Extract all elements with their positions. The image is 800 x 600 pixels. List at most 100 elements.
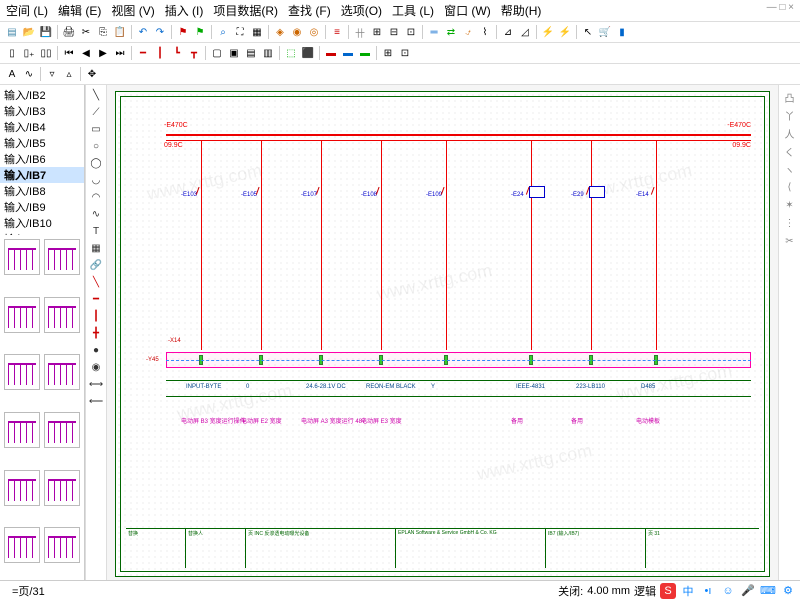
align-icon[interactable]: ≡ bbox=[329, 24, 345, 40]
menu-item[interactable]: 编辑 (E) bbox=[58, 2, 101, 19]
macro-icon[interactable]: ⬚ bbox=[283, 45, 299, 61]
arc2-icon[interactable]: ◠ bbox=[88, 189, 104, 205]
canvas-area[interactable]: www.xrttg.com www.xrttg.com www.xrttg.co… bbox=[107, 85, 778, 585]
ime-keyboard-icon[interactable]: ⌨ bbox=[760, 583, 776, 599]
symbol3-icon[interactable]: ⊟ bbox=[386, 24, 402, 40]
nav-first-icon[interactable]: ⏮ bbox=[61, 45, 77, 61]
link-icon[interactable]: 🔗 bbox=[88, 257, 104, 273]
ime-settings-icon[interactable]: ⚙ bbox=[780, 583, 796, 599]
insert-symbol7-icon[interactable]: ✶ bbox=[782, 197, 798, 213]
conn4-icon[interactable]: ⌇ bbox=[477, 24, 493, 40]
wire-v-icon[interactable]: ┃ bbox=[152, 45, 168, 61]
nav-next-icon[interactable]: ▶ bbox=[95, 45, 111, 61]
thumbnail[interactable] bbox=[44, 470, 80, 506]
paste-icon[interactable]: 📋 bbox=[112, 24, 128, 40]
print-icon[interactable]: 🖨 bbox=[61, 24, 77, 40]
circle-icon[interactable]: ○ bbox=[88, 138, 104, 154]
plc-icon[interactable]: ⊞ bbox=[380, 45, 396, 61]
macro2-icon[interactable]: ⬛ bbox=[300, 45, 316, 61]
wire-h-tool-icon[interactable]: ━ bbox=[88, 291, 104, 307]
thumbnail[interactable] bbox=[4, 297, 40, 333]
arc-icon[interactable]: ◡ bbox=[88, 172, 104, 188]
thumbnail[interactable] bbox=[4, 470, 40, 506]
wire-v-tool-icon[interactable]: ┃ bbox=[88, 308, 104, 324]
device-icon[interactable]: ▬ bbox=[323, 45, 339, 61]
box3-icon[interactable]: ▤ bbox=[243, 45, 259, 61]
menu-item[interactable]: 选项(O) bbox=[341, 2, 382, 19]
thumbnail[interactable] bbox=[44, 354, 80, 390]
ime-lang-icon[interactable]: 中 bbox=[680, 583, 696, 599]
nav-prev-icon[interactable]: ◀ bbox=[78, 45, 94, 61]
thumbnail[interactable] bbox=[44, 412, 80, 448]
conn3-icon[interactable]: ⍻ bbox=[460, 24, 476, 40]
thumbnail[interactable] bbox=[44, 239, 80, 275]
pointer-icon[interactable]: ↖ bbox=[580, 24, 596, 40]
image-icon[interactable]: ▦ bbox=[88, 240, 104, 256]
cut-icon[interactable]: ✂ bbox=[78, 24, 94, 40]
menu-item[interactable]: 视图 (V) bbox=[111, 2, 154, 19]
symbol-icon[interactable]: 卄 bbox=[352, 24, 368, 40]
insert-symbol-icon[interactable]: 凸 bbox=[782, 89, 798, 105]
dim2-tool-icon[interactable]: ⟵ bbox=[88, 393, 104, 409]
dim-icon[interactable]: ⊿ bbox=[500, 24, 516, 40]
insert-symbol3-icon[interactable]: 人 bbox=[782, 125, 798, 141]
menu-item[interactable]: 插入 (I) bbox=[165, 2, 204, 19]
tree-item[interactable]: 输入/IB6 bbox=[0, 151, 84, 167]
layer-icon[interactable]: ◈ bbox=[272, 24, 288, 40]
polyline-icon[interactable]: ⟋ bbox=[88, 104, 104, 120]
wire-t-icon[interactable]: ┳ bbox=[186, 45, 202, 61]
dim-tool-icon[interactable]: ⟷ bbox=[88, 376, 104, 392]
tree-item[interactable]: 输入/IB9 bbox=[0, 199, 84, 215]
tree-item[interactable]: 输入/IB3 bbox=[0, 103, 84, 119]
insert-symbol6-icon[interactable]: ⟨ bbox=[782, 179, 798, 195]
rect-icon[interactable]: ▭ bbox=[88, 121, 104, 137]
thumbnail[interactable] bbox=[4, 239, 40, 275]
thumbnail[interactable] bbox=[4, 412, 40, 448]
spline-icon[interactable]: ∿ bbox=[88, 206, 104, 222]
tree-item[interactable]: 输入/IB8 bbox=[0, 183, 84, 199]
tree-item[interactable]: 输入/IB2 bbox=[0, 87, 84, 103]
tree-item[interactable]: 输入/IB5 bbox=[0, 135, 84, 151]
ime-sogou-icon[interactable]: S bbox=[660, 583, 676, 599]
filter2-icon[interactable]: ⚡ bbox=[557, 24, 573, 40]
menu-item[interactable]: 窗口 (W) bbox=[444, 2, 491, 19]
nav-last-icon[interactable]: ⏭ bbox=[112, 45, 128, 61]
flag-red-icon[interactable]: ⚑ bbox=[175, 24, 191, 40]
node-icon[interactable]: ● bbox=[88, 342, 104, 358]
filter-icon[interactable]: ⚡ bbox=[540, 24, 556, 40]
page-new-icon[interactable]: ▯₊ bbox=[21, 45, 37, 61]
menu-item[interactable]: 工具 (L) bbox=[392, 2, 434, 19]
conn2-icon[interactable]: ⇄ bbox=[443, 24, 459, 40]
wire-h-icon[interactable]: ━ bbox=[135, 45, 151, 61]
page-copy-icon[interactable]: ▯▯ bbox=[38, 45, 54, 61]
page-tree[interactable]: 输入/IB2 输入/IB3 输入/IB4 输入/IB5 输入/IB6 输入/IB… bbox=[0, 85, 84, 235]
wire-cross-tool-icon[interactable]: ╋ bbox=[88, 325, 104, 341]
box-icon[interactable]: ▢ bbox=[209, 45, 225, 61]
wire-corner-icon[interactable]: ┗ bbox=[169, 45, 185, 61]
ellipse-icon[interactable]: ◯ bbox=[88, 155, 104, 171]
thumbnail[interactable] bbox=[44, 297, 80, 333]
insert-symbol9-icon[interactable]: ✂ bbox=[782, 233, 798, 249]
tree-item[interactable]: 输入/IB4 bbox=[0, 119, 84, 135]
ime-mic-icon[interactable]: 🎤 bbox=[740, 583, 756, 599]
text-icon[interactable]: A bbox=[4, 66, 20, 82]
zoom-extents-icon[interactable]: ⛶ bbox=[232, 24, 248, 40]
insert-symbol4-icon[interactable]: く bbox=[782, 143, 798, 159]
tree-item-selected[interactable]: 输入/IB7 bbox=[0, 167, 84, 183]
page-indicator[interactable]: =页/31 bbox=[4, 583, 53, 599]
insert-symbol5-icon[interactable]: ヽ bbox=[782, 161, 798, 177]
dim2-icon[interactable]: ◿ bbox=[517, 24, 533, 40]
insert-symbol2-icon[interactable]: 丫 bbox=[782, 107, 798, 123]
symbol4-icon[interactable]: ⊡ bbox=[403, 24, 419, 40]
layer3-icon[interactable]: ◎ bbox=[306, 24, 322, 40]
thumbnail[interactable] bbox=[4, 354, 40, 390]
save-icon[interactable]: 💾 bbox=[38, 24, 54, 40]
zoom-window-icon[interactable]: ⌕ bbox=[215, 24, 231, 40]
symbol2-icon[interactable]: ⊞ bbox=[369, 24, 385, 40]
conn-icon[interactable]: ═ bbox=[426, 24, 442, 40]
draw-icon[interactable]: ∿ bbox=[21, 66, 37, 82]
cart-icon[interactable]: 🛒 bbox=[597, 24, 613, 40]
insert-symbol8-icon[interactable]: ⋮ bbox=[782, 215, 798, 231]
wire-tool-icon[interactable]: ╲ bbox=[88, 274, 104, 290]
box2-icon[interactable]: ▣ bbox=[226, 45, 242, 61]
